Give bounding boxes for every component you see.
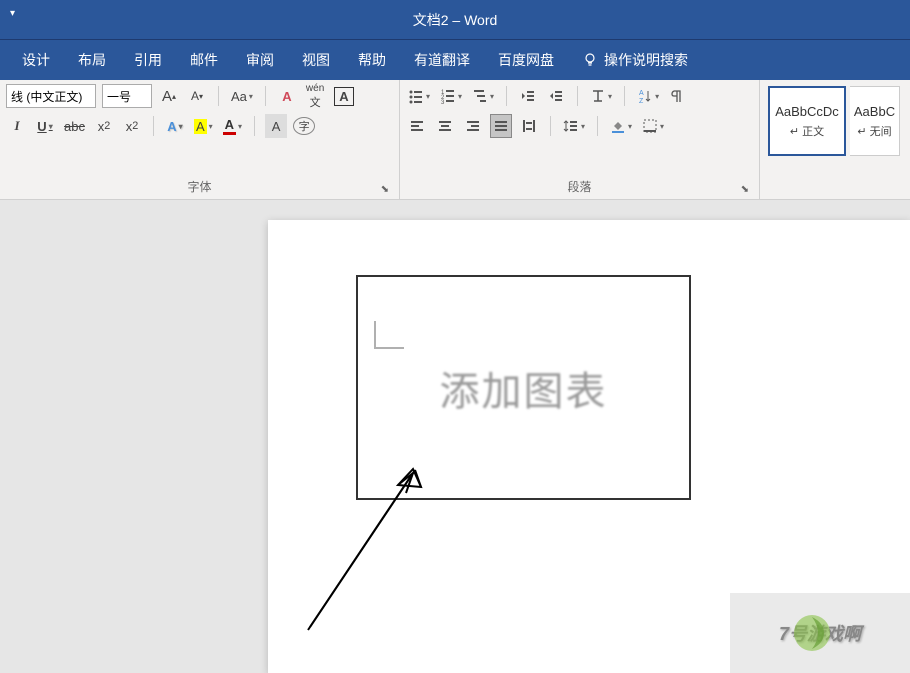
tab-help[interactable]: 帮助 — [346, 40, 398, 80]
ribbon-group-styles: AaBbCcDc ↵ 正文 AaBbC ↵ 无间 — [760, 80, 908, 199]
paragraph-dialog-launcher[interactable]: ⬊ — [741, 184, 749, 195]
tab-view[interactable]: 视图 — [290, 40, 342, 80]
clear-formatting-button[interactable]: A — [276, 84, 298, 108]
title-bar: ▾ 文档2 – Word — [0, 0, 910, 40]
superscript-button[interactable]: x2 — [121, 114, 143, 138]
grow-font-button[interactable]: A▴ — [158, 84, 180, 108]
tell-me-search[interactable]: 操作说明搜索 — [570, 40, 700, 80]
ribbon-group-font: A▴ A▾ Aa A wén文 A I U abc x2 x2 A A A — [0, 80, 400, 199]
enclose-characters-button[interactable]: 字 — [293, 117, 315, 135]
font-dialog-launcher[interactable]: ⬊ — [381, 184, 389, 195]
bullets-button[interactable] — [406, 84, 432, 108]
text-effects-button[interactable]: A — [164, 114, 186, 138]
svg-text:A: A — [639, 90, 644, 97]
ribbon: A▴ A▾ Aa A wén文 A I U abc x2 x2 A A A — [0, 80, 910, 200]
style-no-spacing[interactable]: AaBbC ↵ 无间 — [850, 86, 900, 156]
watermark: 7号游戏啊 — [730, 593, 910, 673]
tab-youdao-translate[interactable]: 有道翻译 — [402, 40, 482, 80]
ribbon-group-paragraph: 123 AZ — [400, 80, 760, 199]
align-justify-icon — [493, 118, 509, 134]
line-spacing-icon — [563, 118, 579, 134]
borders-icon — [642, 118, 658, 134]
decrease-indent-icon — [520, 88, 536, 104]
align-center-icon — [437, 118, 453, 134]
svg-text:Z: Z — [639, 98, 644, 104]
tab-bar: 设计 布局 引用 邮件 审阅 视图 帮助 有道翻译 百度网盘 操作说明搜索 — [0, 40, 910, 80]
increase-indent-icon — [548, 88, 564, 104]
anchor-icon — [374, 321, 404, 349]
text-box[interactable]: 添加图表 — [356, 275, 691, 500]
distributed-button[interactable] — [518, 114, 540, 138]
show-paragraph-marks-button[interactable] — [667, 84, 689, 108]
document-title: 文档2 – Word — [413, 10, 498, 30]
phonetic-guide-button[interactable]: wén文 — [304, 84, 326, 108]
align-right-icon — [465, 118, 481, 134]
align-right-button[interactable] — [462, 114, 484, 138]
tab-review[interactable]: 审阅 — [234, 40, 286, 80]
tab-references[interactable]: 引用 — [122, 40, 174, 80]
font-color-button[interactable]: A — [221, 114, 244, 138]
shading-button[interactable] — [608, 114, 634, 138]
numbering-icon: 123 — [440, 88, 456, 104]
line-spacing-button[interactable] — [561, 114, 587, 138]
numbering-button[interactable]: 123 — [438, 84, 464, 108]
italic-button[interactable]: I — [6, 114, 28, 138]
textbox-placeholder-text: 添加图表 — [440, 359, 608, 417]
style-normal[interactable]: AaBbCcDc ↵ 正文 — [768, 86, 846, 156]
align-center-button[interactable] — [434, 114, 456, 138]
decrease-indent-button[interactable] — [517, 84, 539, 108]
shrink-font-button[interactable]: A▾ — [186, 84, 208, 108]
font-group-label: 字体 — [187, 180, 211, 194]
character-border-button[interactable]: A — [332, 84, 355, 108]
strikethrough-button[interactable]: abc — [62, 114, 87, 138]
character-shading-button[interactable]: A — [265, 114, 287, 138]
asian-layout-button[interactable] — [588, 84, 614, 108]
font-name-select[interactable] — [6, 84, 96, 108]
bullets-icon — [408, 88, 424, 104]
document-area[interactable]: 添加图表 7号游戏啊 — [0, 200, 910, 673]
lightbulb-icon — [582, 52, 598, 68]
distributed-icon — [521, 118, 537, 134]
tab-mail[interactable]: 邮件 — [178, 40, 230, 80]
svg-text:3: 3 — [441, 100, 445, 104]
tab-layout[interactable]: 布局 — [66, 40, 118, 80]
align-left-icon — [409, 118, 425, 134]
increase-indent-button[interactable] — [545, 84, 567, 108]
tab-design[interactable]: 设计 — [10, 40, 62, 80]
borders-button[interactable] — [640, 114, 666, 138]
tab-baidu-netdisk[interactable]: 百度网盘 — [486, 40, 566, 80]
sort-icon: AZ — [637, 88, 653, 104]
paint-bucket-icon — [610, 118, 626, 134]
sort-button[interactable]: AZ — [635, 84, 661, 108]
underline-button[interactable]: U — [34, 114, 56, 138]
watermark-logo-icon — [790, 611, 834, 655]
align-justify-button[interactable] — [490, 114, 512, 138]
multilevel-icon — [472, 88, 488, 104]
highlight-button[interactable]: A — [192, 114, 215, 138]
multilevel-list-button[interactable] — [470, 84, 496, 108]
paragraph-group-label: 段落 — [567, 180, 591, 194]
font-size-select[interactable] — [102, 84, 152, 108]
pilcrow-icon — [670, 88, 686, 104]
change-case-button[interactable]: Aa — [229, 84, 255, 108]
asian-layout-icon — [590, 88, 606, 104]
quick-access-dropdown[interactable]: ▾ — [10, 8, 15, 19]
subscript-button[interactable]: x2 — [93, 114, 115, 138]
align-left-button[interactable] — [406, 114, 428, 138]
